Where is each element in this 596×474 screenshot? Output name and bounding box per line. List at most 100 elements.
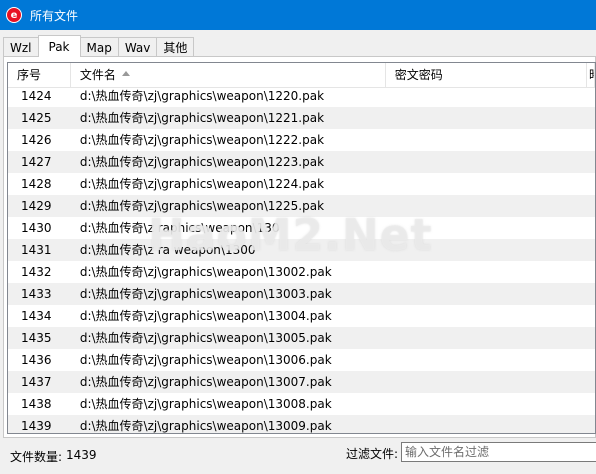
row-extra — [587, 217, 595, 239]
row-filename: d:\热血传奇\zj\graphics\weapon\13004.pak — [79, 309, 332, 323]
tab-map[interactable]: Map — [79, 37, 119, 57]
row-extra — [587, 393, 595, 415]
row-extra — [587, 261, 595, 283]
row-index: 1432 — [21, 265, 52, 279]
column-header-password-label: 密文密码 — [394, 68, 443, 82]
row-index: 1431 — [21, 243, 52, 257]
row-extra — [587, 239, 595, 261]
title-bar: e 所有文件 — [0, 0, 596, 30]
row-password — [386, 151, 587, 173]
row-password — [386, 283, 587, 305]
row-filename: d:\热血传奇\zj\graphics\weapon\1222.pak — [79, 133, 325, 147]
table-row[interactable]: 1437 d:\热血传奇\zj\graphics\weapon\13007.pak — [8, 371, 595, 393]
row-filename: d:\热血传奇\zj\graphics\weapon\1220.pak — [79, 89, 325, 103]
row-filename: d:\热血传奇\z raphics\weapon\130 — [79, 221, 280, 235]
row-index: 1424 — [21, 89, 52, 103]
app-logo-icon: e — [6, 7, 22, 23]
row-password — [386, 305, 587, 327]
row-password — [386, 85, 587, 107]
row-password — [386, 239, 587, 261]
table-row[interactable]: 1424 d:\热血传奇\zj\graphics\weapon\1220.pak — [8, 85, 595, 107]
row-extra — [587, 415, 595, 433]
file-list[interactable]: 序号 文件名 密文密码 時 1424 d:\热血传奇\zj\graphics\we… — [7, 62, 596, 434]
row-index: 1429 — [21, 199, 52, 213]
table-row[interactable]: 1425 d:\热血传奇\zj\graphics\weapon\1221.pak — [8, 107, 595, 129]
file-count-label: 文件数量: — [10, 450, 63, 464]
column-header-filename-label: 文件名 — [79, 68, 116, 82]
table-row[interactable]: 1439 d:\热血传奇\zj\graphics\weapon\13009.pak — [8, 415, 595, 433]
table-row[interactable]: 1438 d:\热血传奇\zj\graphics\weapon\13008.pak — [8, 393, 595, 415]
tab-wzl[interactable]: Wzl — [3, 37, 39, 57]
table-row[interactable]: 1427 d:\热血传奇\zj\graphics\weapon\1223.pak — [8, 151, 595, 173]
filter-label: 过滤文件: — [346, 447, 399, 461]
table-row[interactable]: 1428 d:\热血传奇\zj\graphics\weapon\1224.pak — [8, 173, 595, 195]
row-password — [386, 107, 587, 129]
row-filename: d:\热血传奇\zj\graphics\weapon\13005.pak — [79, 331, 332, 345]
row-index: 1438 — [21, 397, 52, 411]
table-row[interactable]: 1432 d:\热血传奇\zj\graphics\weapon\13002.pak — [8, 261, 595, 283]
row-password — [386, 261, 587, 283]
row-extra — [587, 173, 595, 195]
column-header-index-label: 序号 — [17, 68, 42, 82]
table-row[interactable]: 1435 d:\热血传奇\zj\graphics\weapon\13005.pak — [8, 327, 595, 349]
row-filename: d:\热血传奇\z ra weapon\1300 — [79, 243, 256, 257]
row-index: 1437 — [21, 375, 52, 389]
tab-other[interactable]: 其他 — [156, 37, 195, 57]
row-password — [386, 217, 587, 239]
row-filename: d:\热血传奇\zj\graphics\weapon\1223.pak — [79, 155, 325, 169]
row-index: 1436 — [21, 353, 52, 367]
table-row[interactable]: 1436 d:\热血传奇\zj\graphics\weapon\13006.pak — [8, 349, 595, 371]
table-row[interactable]: 1429 d:\热血传奇\zj\graphics\weapon\1225.pak — [8, 195, 595, 217]
row-filename: d:\热血传奇\zj\graphics\weapon\13008.pak — [79, 397, 332, 411]
window-title: 所有文件 — [30, 8, 79, 23]
row-index: 1425 — [21, 111, 52, 125]
row-password — [386, 349, 587, 371]
table-row[interactable]: 1430 d:\热血传奇\z raphics\weapon\130 — [8, 217, 595, 239]
table-row[interactable]: 1433 d:\热血传奇\zj\graphics\weapon\13003.pak — [8, 283, 595, 305]
row-extra — [587, 283, 595, 305]
row-extra — [587, 107, 595, 129]
row-extra — [587, 305, 595, 327]
row-extra — [587, 195, 595, 217]
row-index: 1433 — [21, 287, 52, 301]
row-extra — [587, 371, 595, 393]
filter-input[interactable] — [401, 442, 596, 462]
row-index: 1426 — [21, 133, 52, 147]
table-row[interactable]: 1426 d:\热血传奇\zj\graphics\weapon\1222.pak — [8, 129, 595, 151]
row-password — [386, 129, 587, 151]
row-index: 1439 — [21, 419, 52, 433]
row-password — [386, 173, 587, 195]
row-extra — [587, 85, 595, 107]
row-extra — [587, 327, 595, 349]
row-extra — [587, 151, 595, 173]
table-row[interactable]: 1431 d:\热血传奇\z ra weapon\1300 — [8, 239, 595, 261]
sort-ascending-icon — [121, 71, 130, 76]
status-bar: 文件数量: 1439 过滤文件: — [0, 438, 596, 474]
tab-wav[interactable]: Wav — [117, 37, 158, 57]
row-index: 1434 — [21, 309, 52, 323]
row-password — [386, 415, 587, 433]
tab-strip: Wzl Pak Map Wav 其他 — [3, 35, 195, 57]
row-index: 1427 — [21, 155, 52, 169]
row-filename: d:\热血传奇\zj\graphics\weapon\1224.pak — [79, 177, 325, 191]
row-filename: d:\热血传奇\zj\graphics\weapon\1221.pak — [79, 111, 325, 125]
row-index: 1430 — [21, 221, 52, 235]
row-filename: d:\热血传奇\zj\graphics\weapon\1225.pak — [79, 199, 325, 213]
row-filename: d:\热血传奇\zj\graphics\weapon\13002.pak — [79, 265, 332, 279]
list-rows: 1424 d:\热血传奇\zj\graphics\weapon\1220.pak 1… — [8, 85, 595, 433]
column-header-extra-label: 時 — [589, 68, 594, 82]
row-extra — [587, 349, 595, 371]
row-password — [386, 327, 587, 349]
row-index: 1435 — [21, 331, 52, 345]
table-row[interactable]: 1434 d:\热血传奇\zj\graphics\weapon\13004.pak — [8, 305, 595, 327]
row-filename: d:\热血传奇\zj\graphics\weapon\13007.pak — [79, 375, 332, 389]
row-password — [386, 371, 587, 393]
row-filename: d:\热血传奇\zj\graphics\weapon\13003.pak — [79, 287, 332, 301]
row-extra — [587, 129, 595, 151]
row-index: 1428 — [21, 177, 52, 191]
row-password — [386, 393, 587, 415]
row-filename: d:\热血传奇\zj\graphics\weapon\13006.pak — [79, 353, 332, 367]
row-password — [386, 195, 587, 217]
tab-pak[interactable]: Pak — [37, 35, 81, 57]
file-count-value: 1439 — [66, 448, 97, 462]
